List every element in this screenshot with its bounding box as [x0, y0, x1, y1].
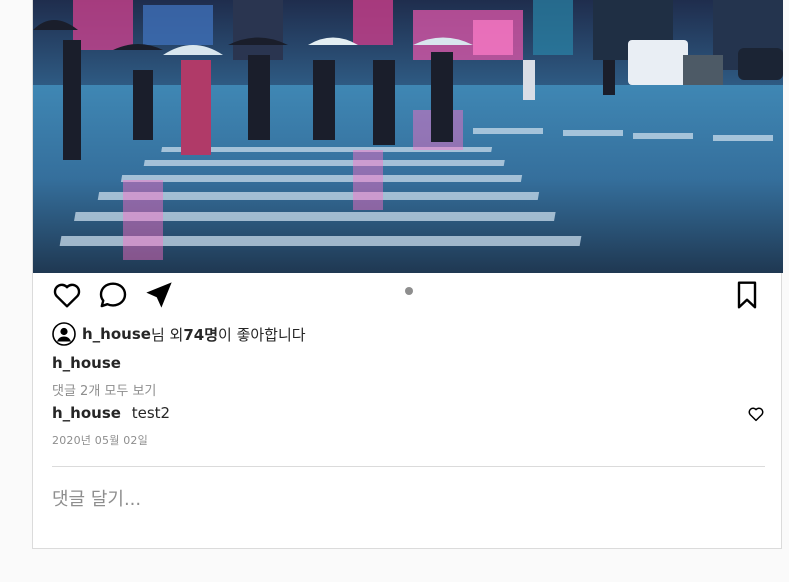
speech-bubble-icon: [99, 282, 127, 308]
carousel-indicator-dot: [405, 287, 413, 295]
liked-by-username[interactable]: h_house: [82, 325, 151, 343]
post-card: h_house 님 외 74명 이 좋아합니다 h_house 댓글 2개 모두…: [32, 0, 783, 549]
bookmark-icon: [737, 281, 757, 309]
heart-icon: [748, 407, 764, 422]
likes-suffix: 이 좋아합니다: [218, 325, 306, 344]
comment-input[interactable]: [52, 482, 765, 516]
share-button[interactable]: [143, 279, 175, 311]
post-date: 2020년 05월 02일: [52, 434, 148, 447]
comment-button[interactable]: [97, 279, 129, 311]
likes-summary: h_house 님 외 74명 이 좋아합니다: [52, 322, 306, 346]
save-button[interactable]: [731, 279, 763, 311]
comment-item: h_house test2: [52, 404, 170, 422]
liked-by-suffix: 님 외: [150, 325, 184, 344]
like-button[interactable]: [51, 279, 83, 311]
like-count[interactable]: 74명: [183, 324, 218, 345]
rainy-crosswalk-photo: [33, 0, 783, 273]
user-avatar-icon[interactable]: [52, 322, 76, 346]
comment-username[interactable]: h_house: [52, 404, 121, 422]
post-photo[interactable]: [33, 0, 783, 273]
view-all-comments-link[interactable]: 댓글 2개 모두 보기: [52, 380, 156, 399]
heart-icon: [53, 283, 81, 308]
divider: [52, 466, 765, 467]
comment-like-button[interactable]: [747, 405, 765, 423]
post-action-bar: [33, 273, 783, 317]
post-author[interactable]: h_house: [52, 354, 121, 372]
comment-text: test2: [131, 404, 171, 422]
paper-plane-icon: [146, 282, 172, 308]
